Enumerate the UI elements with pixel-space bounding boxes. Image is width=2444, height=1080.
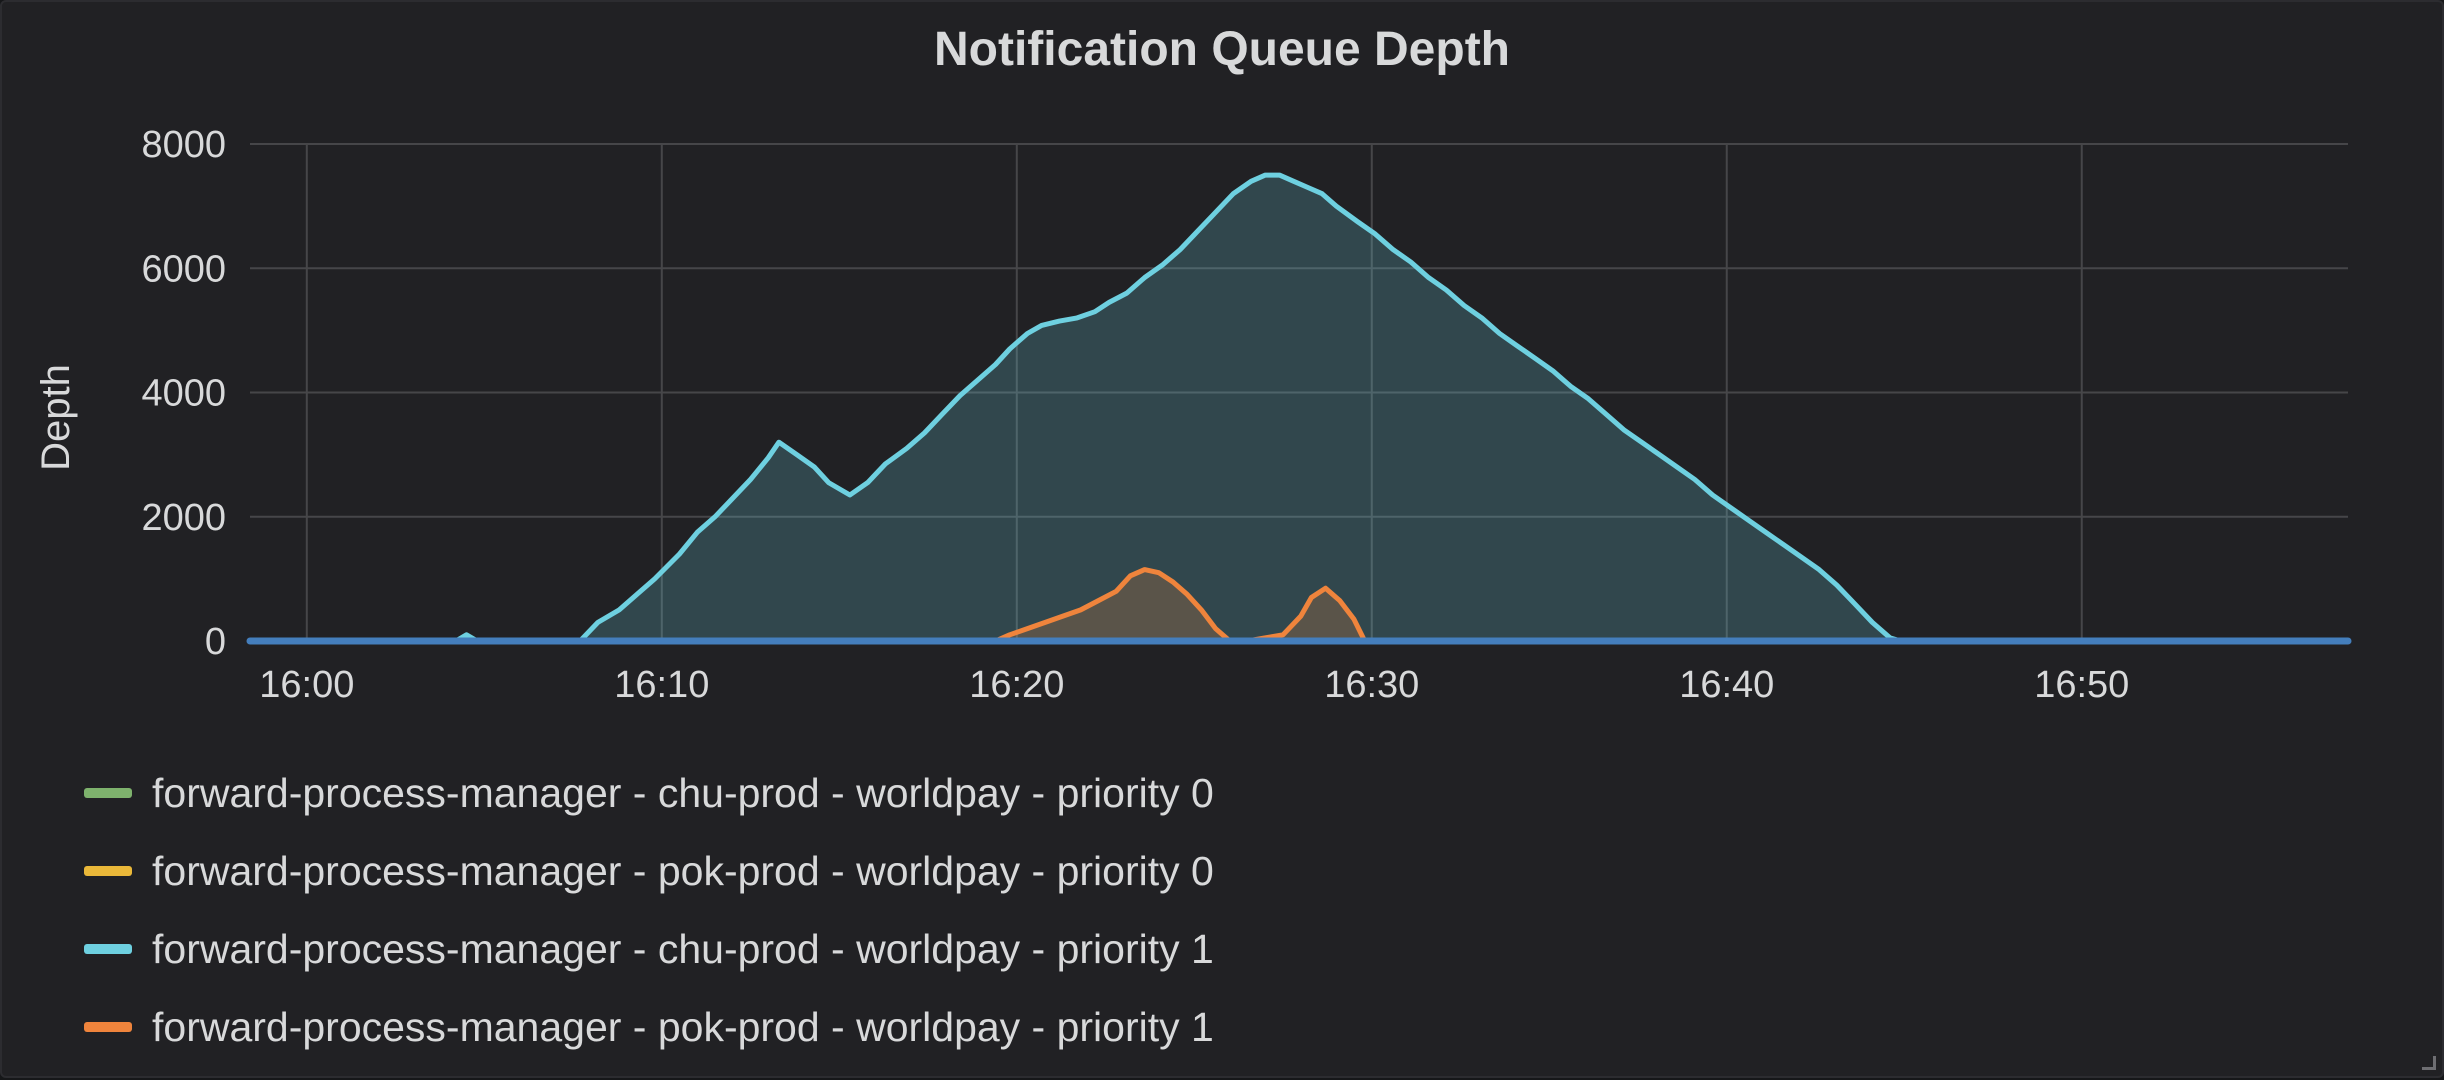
legend-swatch xyxy=(84,866,132,876)
legend: forward-process-manager - chu-prod - wor… xyxy=(84,754,1214,1066)
legend-item[interactable]: forward-process-manager - chu-prod - wor… xyxy=(84,754,1214,832)
legend-swatch xyxy=(84,788,132,798)
series-area-2 xyxy=(250,175,2348,641)
x-tick-label: 16:20 xyxy=(969,664,1064,706)
y-tick-label: 8000 xyxy=(141,124,226,166)
legend-label: forward-process-manager - pok-prod - wor… xyxy=(152,1003,1214,1050)
resize-handle-icon[interactable] xyxy=(2422,1056,2436,1070)
y-tick-label: 2000 xyxy=(141,497,226,539)
x-tick-label: 16:10 xyxy=(614,664,709,706)
legend-label: forward-process-manager - chu-prod - wor… xyxy=(152,769,1214,816)
series-layer xyxy=(246,172,2352,645)
x-tick-label: 16:50 xyxy=(2034,664,2129,706)
chart-panel: Notification Queue Depth 0 2000 4000 6000 80… xyxy=(0,0,2444,1078)
legend-swatch xyxy=(84,1022,132,1032)
legend-label: forward-process-manager - pok-prod - wor… xyxy=(152,847,1214,894)
x-tick-label: 16:40 xyxy=(1679,664,1774,706)
x-tick-label: 16:00 xyxy=(259,664,354,706)
y-tick-label: 4000 xyxy=(141,373,226,415)
y-tick-label: 0 xyxy=(205,621,226,663)
legend-item[interactable]: forward-process-manager - pok-prod - wor… xyxy=(84,832,1214,910)
y-tick-label: 6000 xyxy=(141,248,226,290)
legend-item[interactable]: forward-process-manager - chu-prod - wor… xyxy=(84,910,1214,988)
legend-swatch xyxy=(84,944,132,954)
legend-label: forward-process-manager - chu-prod - wor… xyxy=(152,925,1214,972)
legend-item[interactable]: forward-process-manager - pok-prod - wor… xyxy=(84,988,1214,1066)
y-axis-label: Depth xyxy=(34,364,78,471)
x-tick-label: 16:30 xyxy=(1324,664,1419,706)
